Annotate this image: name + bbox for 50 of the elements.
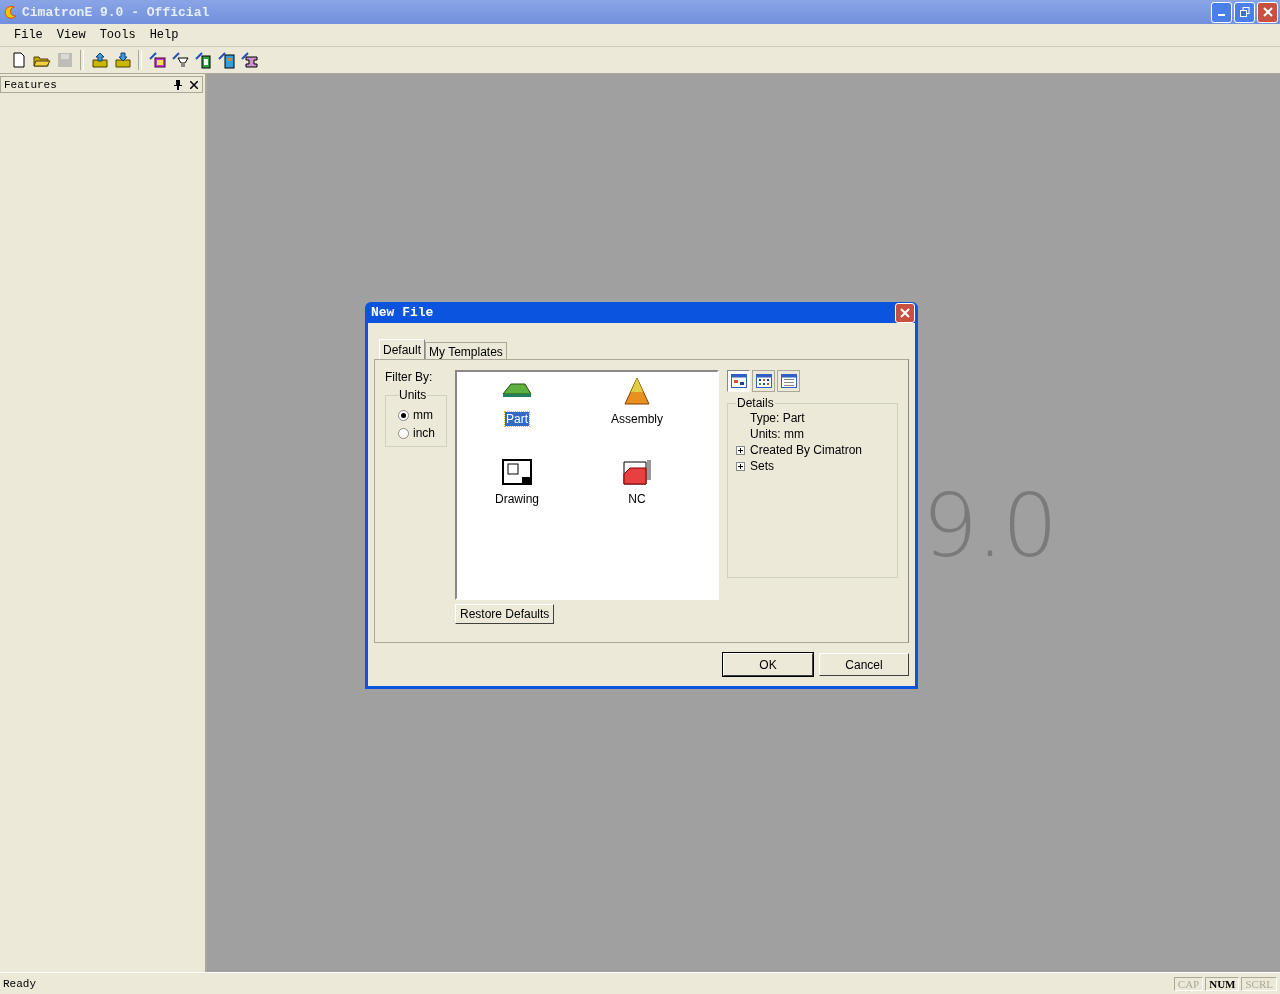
tab[interactable]: Default: [379, 339, 426, 360]
menu-item[interactable]: File: [14, 28, 43, 42]
window-title: CimatronE 9.0 - Official: [22, 4, 210, 20]
template-label[interactable]: NC: [627, 492, 647, 506]
group-title: Units: [398, 388, 428, 402]
menu-item[interactable]: Help: [149, 28, 179, 42]
detail-text: Type: Part: [750, 411, 805, 425]
drawing-sheet-icon[interactable]: [500, 456, 534, 488]
pin-icon[interactable]: [174, 79, 182, 90]
status-text: Ready: [3, 977, 37, 990]
radio-option[interactable]: mm: [398, 406, 440, 424]
cancel-button[interactable]: Cancel: [819, 653, 909, 676]
close-icon[interactable]: [190, 80, 198, 89]
restore-button[interactable]: [1234, 1, 1255, 23]
detail-text: Sets: [750, 459, 774, 473]
large-icons-view-button[interactable]: [727, 370, 750, 392]
template-label[interactable]: Assembly: [610, 412, 664, 426]
crescent-logo-icon: [4, 5, 18, 19]
folder-down-arrow-button[interactable]: [112, 49, 133, 71]
panel-title: Features: [4, 78, 58, 91]
toolbar-button[interactable]: [216, 49, 237, 71]
close-button[interactable]: [1257, 1, 1278, 23]
list-view-button[interactable]: [777, 370, 800, 392]
detail-text: Created By Cimatron: [750, 443, 863, 457]
radio-option[interactable]: inch: [398, 424, 440, 442]
grid-view-button[interactable]: [752, 370, 775, 392]
filter-label: Filter By:: [385, 370, 434, 384]
restore-icon: [1239, 7, 1250, 17]
expand-icon[interactable]: [736, 445, 745, 455]
dialog-title: New File: [371, 305, 435, 320]
toolbar-button[interactable]: [193, 49, 214, 71]
template-label[interactable]: Part: [505, 412, 529, 426]
group-title: Details: [736, 396, 775, 410]
ok-button[interactable]: OK: [723, 653, 813, 676]
status-indicator: CAP: [1173, 976, 1204, 991]
tab[interactable]: My Templates: [425, 342, 507, 360]
menu-item[interactable]: View: [56, 28, 86, 42]
detail-text: Units: mm: [750, 427, 804, 441]
toolbar-button[interactable]: [239, 49, 260, 71]
restore-defaults-button[interactable]: Restore Defaults: [455, 604, 555, 624]
close-icon: [1262, 7, 1273, 17]
status-indicator: SCRL: [1241, 976, 1277, 991]
menu-item[interactable]: Tools: [99, 28, 136, 42]
close-icon: [900, 307, 910, 318]
status-indicator: NUM: [1205, 976, 1240, 991]
toolbar-button[interactable]: [147, 49, 168, 71]
close-button[interactable]: [895, 302, 915, 323]
template-label[interactable]: Drawing: [494, 492, 540, 506]
minimize-button[interactable]: [1211, 1, 1232, 23]
expand-icon[interactable]: [736, 461, 745, 471]
